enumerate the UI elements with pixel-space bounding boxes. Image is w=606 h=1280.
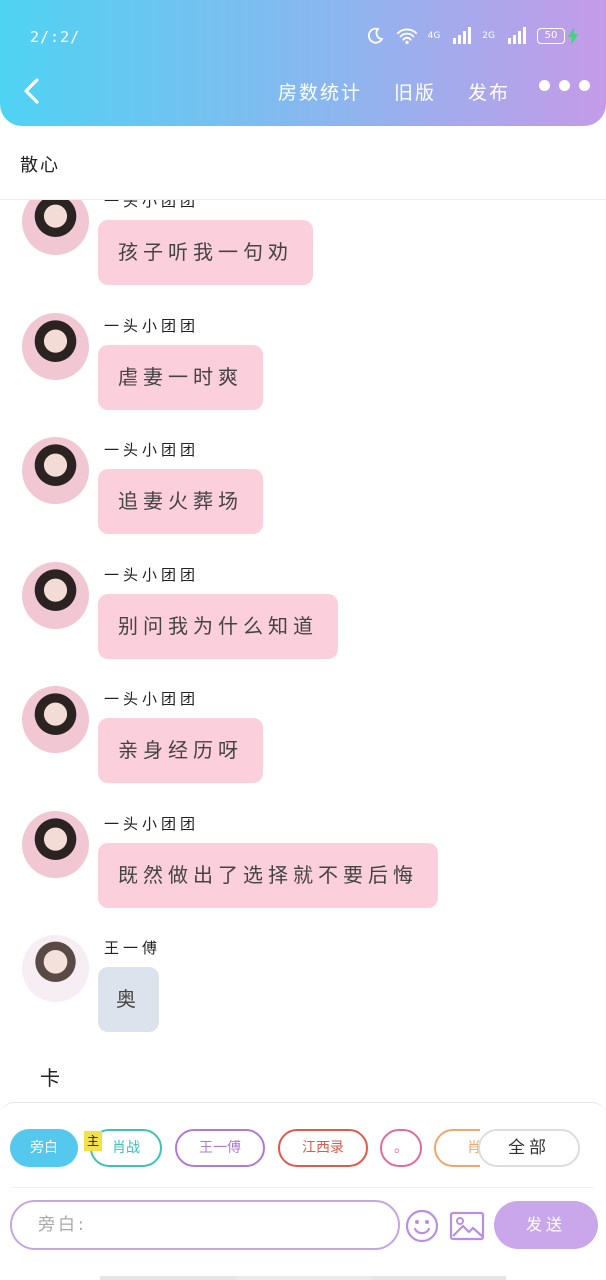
sender-name: 一头小团团	[104, 690, 200, 708]
battery: 50	[537, 27, 578, 45]
message-bubble[interactable]: 亲身经历呀	[98, 718, 263, 783]
message-bubble[interactable]: 虐妻一时爽	[98, 345, 263, 410]
header: 2/:2/ 4G 2G 50 房数统计 旧版 发布	[0, 0, 606, 126]
sender-name: 一头小团团	[104, 441, 200, 459]
role-chip-list[interactable]: 旁白 肖战 王一傅 江西录 。 肖	[10, 1127, 480, 1169]
sender-name: 一头小团团	[104, 815, 200, 833]
room-title-bar: 散心	[0, 126, 606, 200]
role-chip[interactable]: 王一傅	[175, 1129, 265, 1167]
signal-2g-label: 2G	[482, 31, 495, 41]
header-actions: 房数统计 旧版 发布	[278, 78, 542, 105]
avatar[interactable]	[22, 811, 89, 878]
avatar[interactable]	[22, 313, 89, 380]
avatar[interactable]	[22, 935, 89, 1002]
avatar[interactable]	[22, 437, 89, 504]
composer-panel: 旁白 肖战 王一傅 江西录 。 肖 主 全部 发送	[0, 1102, 606, 1252]
sender-name: 王一傅	[104, 939, 162, 957]
more-options-icon[interactable]	[539, 80, 590, 91]
emoji-icon[interactable]	[405, 1209, 439, 1243]
room-title: 散心	[20, 155, 60, 176]
role-chip[interactable]: 肖	[434, 1129, 480, 1167]
chat-list[interactable]: 一头小团团 孩子听我一句劝 一头小团团 虐妻一时爽 一头小团团 追妻火葬场 一头…	[0, 200, 606, 1100]
message-bubble[interactable]: 既然做出了选择就不要后悔	[98, 843, 438, 908]
publish-button[interactable]: 发布	[468, 78, 510, 105]
sender-name: 一头小团团	[104, 317, 200, 335]
nav-gesture-bar[interactable]	[100, 1276, 236, 1280]
avatar[interactable]	[22, 686, 89, 753]
charging-icon	[568, 27, 578, 45]
image-icon[interactable]	[449, 1210, 485, 1242]
message-bubble[interactable]: 孩子听我一句劝	[98, 220, 313, 285]
signal-bars-icon	[453, 27, 472, 44]
battery-level: 50	[537, 28, 565, 44]
signal-bars-icon	[508, 27, 526, 44]
send-button[interactable]: 发送	[494, 1201, 598, 1249]
message-input[interactable]	[10, 1200, 400, 1250]
message-bubble[interactable]: 追妻火葬场	[98, 469, 263, 534]
avatar[interactable]	[22, 200, 89, 255]
avatar[interactable]	[22, 562, 89, 629]
message-bubble[interactable]: 奥	[98, 967, 159, 1032]
old-version-button[interactable]: 旧版	[394, 78, 436, 105]
status-time: 2/:2/	[30, 28, 81, 46]
divider	[12, 1187, 594, 1188]
system-navigation-bar	[0, 1252, 606, 1280]
wifi-icon	[396, 28, 417, 45]
message-bubble[interactable]: 别问我为什么知道	[98, 594, 338, 659]
nav-gesture-bar[interactable]	[236, 1276, 372, 1280]
status-bar: 2/:2/ 4G 2G 50	[0, 0, 606, 74]
pending-text: 卡	[40, 1066, 60, 1090]
sender-name: 一头小团团	[104, 566, 200, 584]
role-chip[interactable]: 。	[380, 1129, 422, 1167]
status-icons: 4G 2G 50	[364, 26, 578, 46]
nav-gesture-bar[interactable]	[372, 1276, 506, 1280]
room-stats-button[interactable]: 房数统计	[278, 78, 362, 105]
role-chip-narrator[interactable]: 旁白	[10, 1129, 78, 1167]
back-icon[interactable]	[18, 76, 46, 106]
all-roles-button[interactable]: 全部	[478, 1129, 580, 1167]
sender-name: 一头小团团	[104, 200, 200, 210]
moon-icon	[367, 27, 384, 44]
role-chip[interactable]: 江西录	[278, 1129, 368, 1167]
owner-badge: 主	[84, 1131, 102, 1151]
signal-4g-label: 4G	[427, 31, 441, 41]
